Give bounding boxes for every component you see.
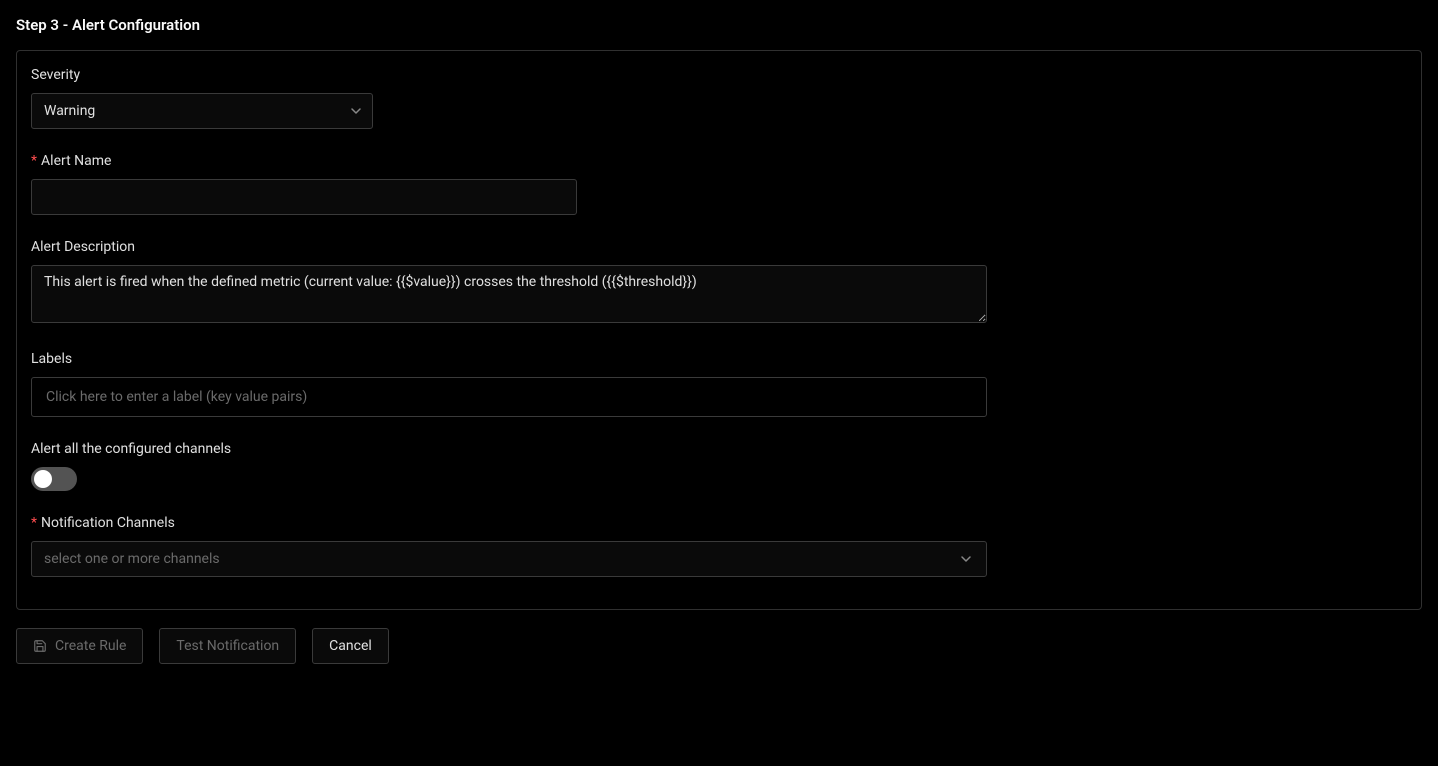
alert-description-field: Alert Description xyxy=(31,239,1407,327)
labels-label: Labels xyxy=(31,351,1407,367)
notification-channels-placeholder: select one or more channels xyxy=(44,551,220,567)
required-mark: * xyxy=(31,153,37,169)
labels-input[interactable]: Click here to enter a label (key value p… xyxy=(31,377,987,417)
chevron-down-icon xyxy=(350,105,362,117)
save-icon xyxy=(33,639,47,653)
notification-channels-label-text: Notification Channels xyxy=(41,515,175,531)
switch-knob xyxy=(34,470,52,488)
cancel-label: Cancel xyxy=(329,638,372,654)
alert-all-toggle[interactable] xyxy=(31,467,77,491)
notification-channels-label: *Notification Channels xyxy=(31,515,1407,531)
alert-name-input[interactable] xyxy=(31,179,577,215)
severity-value: Warning xyxy=(44,103,95,119)
create-rule-label: Create Rule xyxy=(55,638,126,654)
chevron-down-icon xyxy=(960,553,972,565)
alert-name-field: *Alert Name xyxy=(31,153,1407,215)
severity-field: Severity Warning xyxy=(31,67,1407,129)
test-notification-button[interactable]: Test Notification xyxy=(159,628,296,664)
required-mark: * xyxy=(31,515,37,531)
alert-all-field: Alert all the configured channels xyxy=(31,441,1407,491)
button-row: Create Rule Test Notification Cancel xyxy=(16,628,1422,664)
alert-description-textarea[interactable] xyxy=(31,265,987,323)
notification-channels-select[interactable]: select one or more channels xyxy=(31,541,987,577)
cancel-button[interactable]: Cancel xyxy=(312,628,389,664)
alert-name-label: *Alert Name xyxy=(31,153,1407,169)
alert-description-label: Alert Description xyxy=(31,239,1407,255)
labels-placeholder: Click here to enter a label (key value p… xyxy=(46,389,307,405)
create-rule-button[interactable]: Create Rule xyxy=(16,628,143,664)
labels-field: Labels Click here to enter a label (key … xyxy=(31,351,1407,417)
severity-select[interactable]: Warning xyxy=(31,93,373,129)
notification-channels-field: *Notification Channels select one or mor… xyxy=(31,515,1407,577)
alert-config-panel: Severity Warning *Alert Name Alert Descr… xyxy=(16,50,1422,610)
severity-label: Severity xyxy=(31,67,1407,83)
page-title: Step 3 - Alert Configuration xyxy=(16,16,1422,34)
alert-all-label: Alert all the configured channels xyxy=(31,441,1407,457)
test-notification-label: Test Notification xyxy=(176,638,279,654)
alert-name-label-text: Alert Name xyxy=(41,153,111,169)
